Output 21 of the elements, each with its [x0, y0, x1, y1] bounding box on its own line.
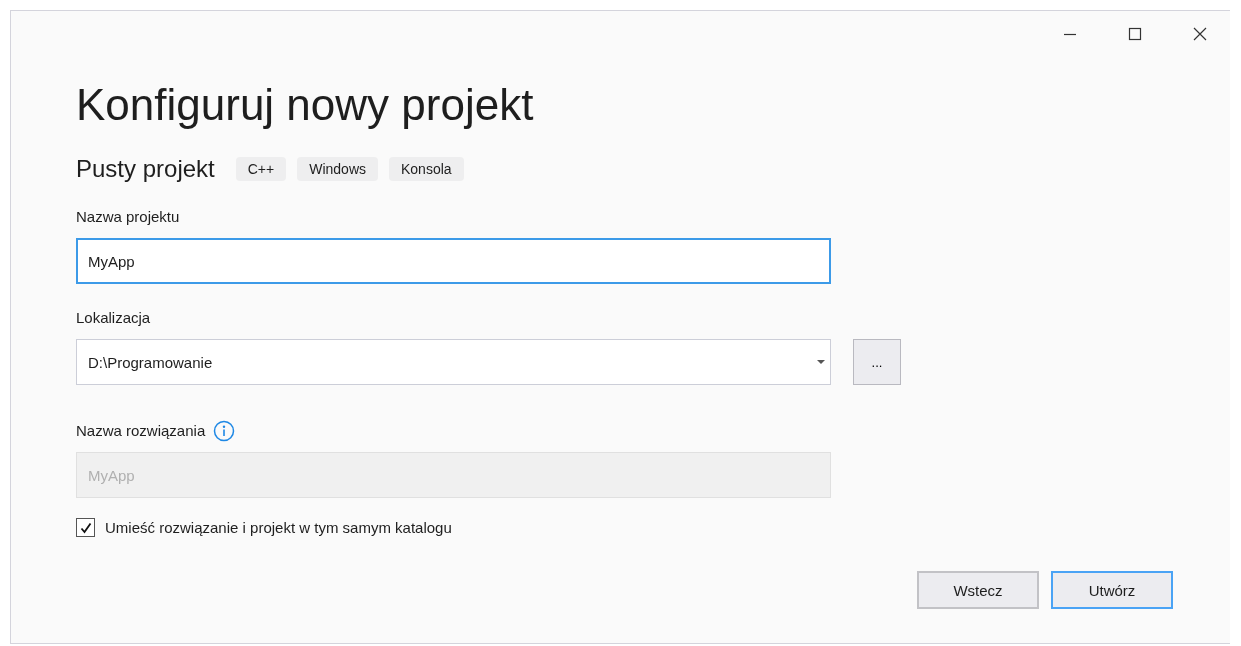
back-button[interactable]: Wstecz — [917, 571, 1039, 609]
template-name: Pusty projekt — [76, 155, 215, 183]
field-label: Nazwa rozwiązania — [76, 421, 206, 441]
tag: C++ — [235, 157, 287, 181]
dialog-title: Konfiguruj nowy projekt — [76, 79, 535, 131]
field-label: Lokalizacja — [76, 308, 152, 328]
create-button[interactable]: Utwórz — [1051, 571, 1173, 609]
browse-button[interactable]: ... — [853, 339, 901, 385]
maximize-icon[interactable] — [1128, 27, 1142, 41]
tag: Konsola — [389, 157, 464, 181]
input-field: MyApp — [76, 452, 831, 498]
input-field[interactable]: MyApp — [76, 238, 831, 284]
close-icon[interactable] — [1193, 27, 1207, 41]
check-icon — [78, 520, 93, 535]
checkbox[interactable] — [76, 518, 95, 537]
tag: Windows — [297, 157, 378, 181]
caret-icon — [817, 360, 825, 364]
checkbox-label[interactable]: Umieść rozwiązanie i projekt w tym samym katalogu — [105, 519, 452, 536]
info-icon[interactable] — [213, 420, 236, 442]
dropdown-field[interactable]: D:\Programowanie — [76, 339, 831, 385]
field-label: Nazwa projektu — [76, 207, 181, 227]
